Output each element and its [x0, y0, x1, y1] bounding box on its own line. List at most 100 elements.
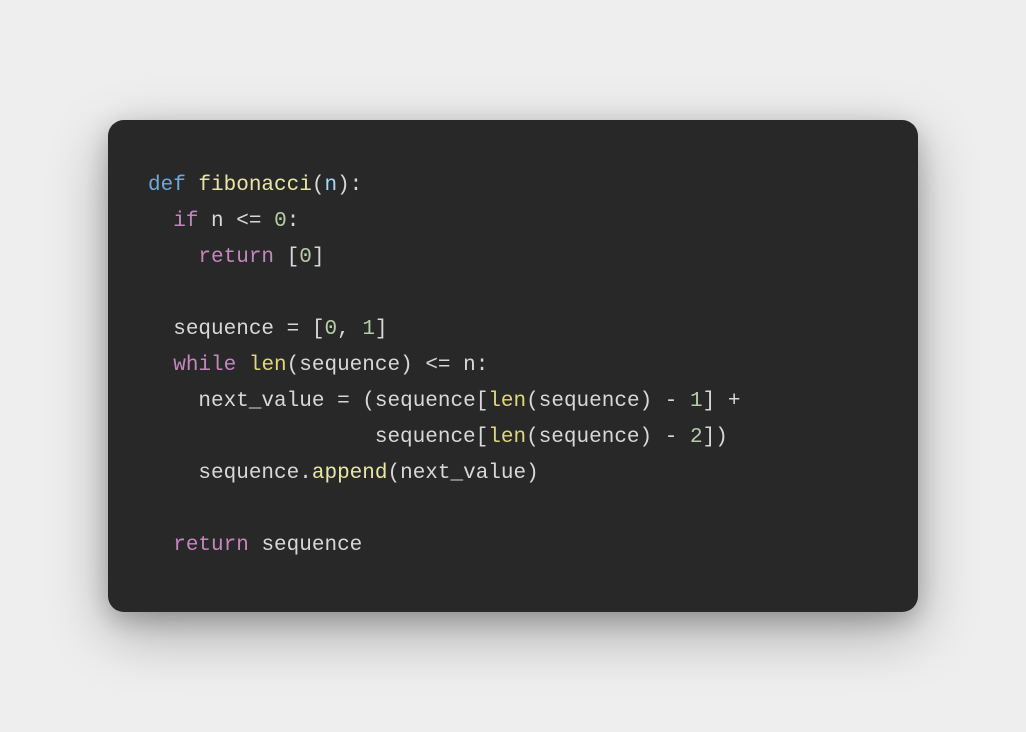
paren-close: ) [337, 174, 350, 197]
kw-return: return [173, 534, 249, 557]
var-next-value: next_value [198, 390, 324, 413]
bracket-open: [ [287, 246, 300, 269]
op-le: <= [425, 354, 450, 377]
colon: : [287, 210, 300, 233]
code-block: def fibonacci(n): if n <= 0: return [0] … [108, 120, 918, 612]
space [451, 354, 464, 377]
space [677, 390, 690, 413]
code-line-9: sequence.append(next_value) [148, 456, 878, 492]
code-line-4-blank [148, 276, 878, 312]
indent [148, 462, 198, 485]
var-n: n [463, 354, 476, 377]
space [236, 354, 249, 377]
indent [148, 390, 198, 413]
builtin-len: len [488, 390, 526, 413]
code-line-8: sequence[len(sequence) - 2]) [148, 420, 878, 456]
var-next-value: next_value [400, 462, 526, 485]
kw-if: if [173, 210, 198, 233]
op-plus: + [728, 390, 741, 413]
indent [148, 318, 173, 341]
num-1: 1 [362, 318, 375, 341]
var-sequence: sequence [539, 390, 640, 413]
var-sequence: sequence [173, 318, 274, 341]
num-0: 0 [299, 246, 312, 269]
space [299, 318, 312, 341]
code-line-2: if n <= 0: [148, 204, 878, 240]
bracket-close: ] [312, 246, 325, 269]
code-line-6: while len(sequence) <= n: [148, 348, 878, 384]
code-line-3: return [0] [148, 240, 878, 276]
paren-close: ) [715, 426, 728, 449]
kw-def: def [148, 174, 186, 197]
code-line-1: def fibonacci(n): [148, 168, 878, 204]
indent [148, 426, 375, 449]
var-sequence: sequence [539, 426, 640, 449]
space [652, 390, 665, 413]
method-append: append [312, 462, 388, 485]
space [350, 390, 363, 413]
op-minus: - [665, 426, 678, 449]
space [274, 246, 287, 269]
kw-while: while [173, 354, 236, 377]
num-2: 2 [690, 426, 703, 449]
space [324, 390, 337, 413]
var-sequence: sequence [198, 462, 299, 485]
var-sequence: sequence [261, 534, 362, 557]
space [261, 210, 274, 233]
space [249, 534, 262, 557]
paren-open: ( [312, 174, 325, 197]
bracket-open: [ [312, 318, 325, 341]
param-n: n [324, 174, 337, 197]
space [224, 210, 237, 233]
builtin-len: len [249, 354, 287, 377]
bracket-open: [ [476, 426, 489, 449]
kw-return: return [198, 246, 274, 269]
paren-open: ( [526, 390, 539, 413]
bracket-close: ] [703, 390, 716, 413]
code-line-11: return sequence [148, 528, 878, 564]
bracket-close: ] [703, 426, 716, 449]
colon: : [350, 174, 363, 197]
paren-close: ) [640, 426, 653, 449]
var-sequence: sequence [375, 426, 476, 449]
builtin-len: len [488, 426, 526, 449]
indent [148, 354, 173, 377]
op-eq: = [337, 390, 350, 413]
code-line-5: sequence = [0, 1] [148, 312, 878, 348]
num-1: 1 [690, 390, 703, 413]
space [652, 426, 665, 449]
dot: . [299, 462, 312, 485]
space [677, 426, 690, 449]
paren-open: ( [387, 462, 400, 485]
paren-open: ( [287, 354, 300, 377]
colon: : [476, 354, 489, 377]
comma: , [337, 318, 350, 341]
paren-open: ( [362, 390, 375, 413]
space [198, 210, 211, 233]
paren-close: ) [400, 354, 413, 377]
bracket-close: ] [375, 318, 388, 341]
paren-open: ( [526, 426, 539, 449]
num-0: 0 [274, 210, 287, 233]
indent [148, 210, 173, 233]
indent [148, 246, 198, 269]
fn-name: fibonacci [198, 174, 311, 197]
space [350, 318, 363, 341]
paren-close: ) [526, 462, 539, 485]
space [186, 174, 199, 197]
op-minus: - [665, 390, 678, 413]
bracket-open: [ [476, 390, 489, 413]
indent [148, 534, 173, 557]
var-n: n [211, 210, 224, 233]
op-le: <= [236, 210, 261, 233]
space [274, 318, 287, 341]
space [715, 390, 728, 413]
space [413, 354, 426, 377]
num-0: 0 [324, 318, 337, 341]
code-line-7: next_value = (sequence[len(sequence) - 1… [148, 384, 878, 420]
code-line-10-blank [148, 492, 878, 528]
paren-close: ) [640, 390, 653, 413]
var-sequence: sequence [299, 354, 400, 377]
op-eq: = [287, 318, 300, 341]
var-sequence: sequence [375, 390, 476, 413]
